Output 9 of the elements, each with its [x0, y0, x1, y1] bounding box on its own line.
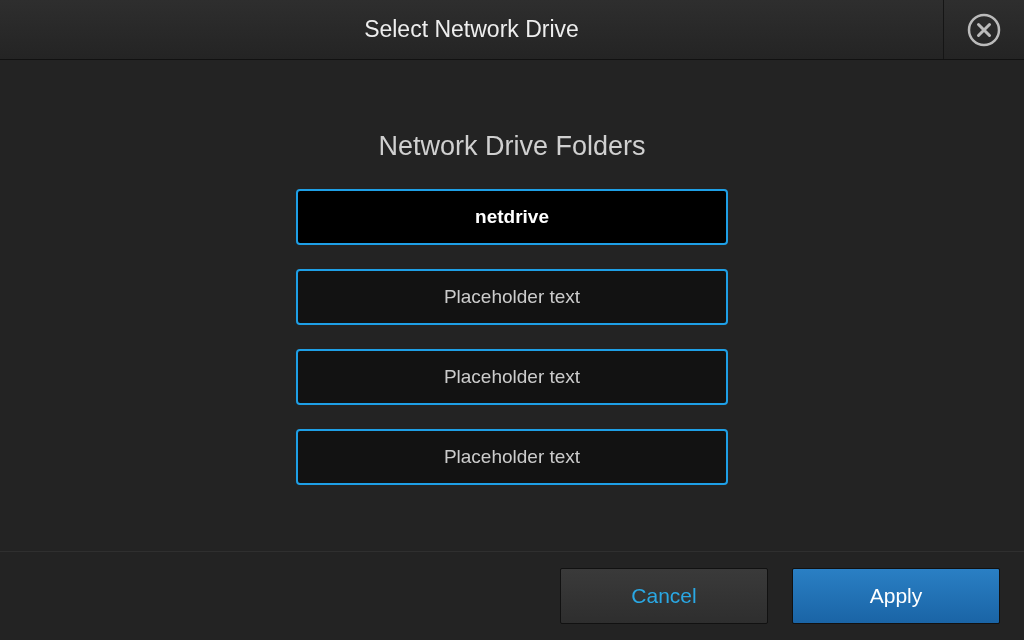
cancel-button[interactable]: Cancel	[560, 568, 768, 624]
folder-item[interactable]: Placeholder text	[296, 349, 728, 406]
section-heading: Network Drive Folders	[378, 130, 646, 163]
folder-item[interactable]: Placeholder text	[296, 429, 728, 486]
apply-button[interactable]: Apply	[792, 568, 1000, 624]
folder-item[interactable]: Placeholder text	[296, 269, 728, 326]
window-title: Select Network Drive	[364, 15, 579, 45]
close-icon	[967, 12, 1001, 47]
folder-item[interactable]: netdrive	[296, 189, 728, 246]
